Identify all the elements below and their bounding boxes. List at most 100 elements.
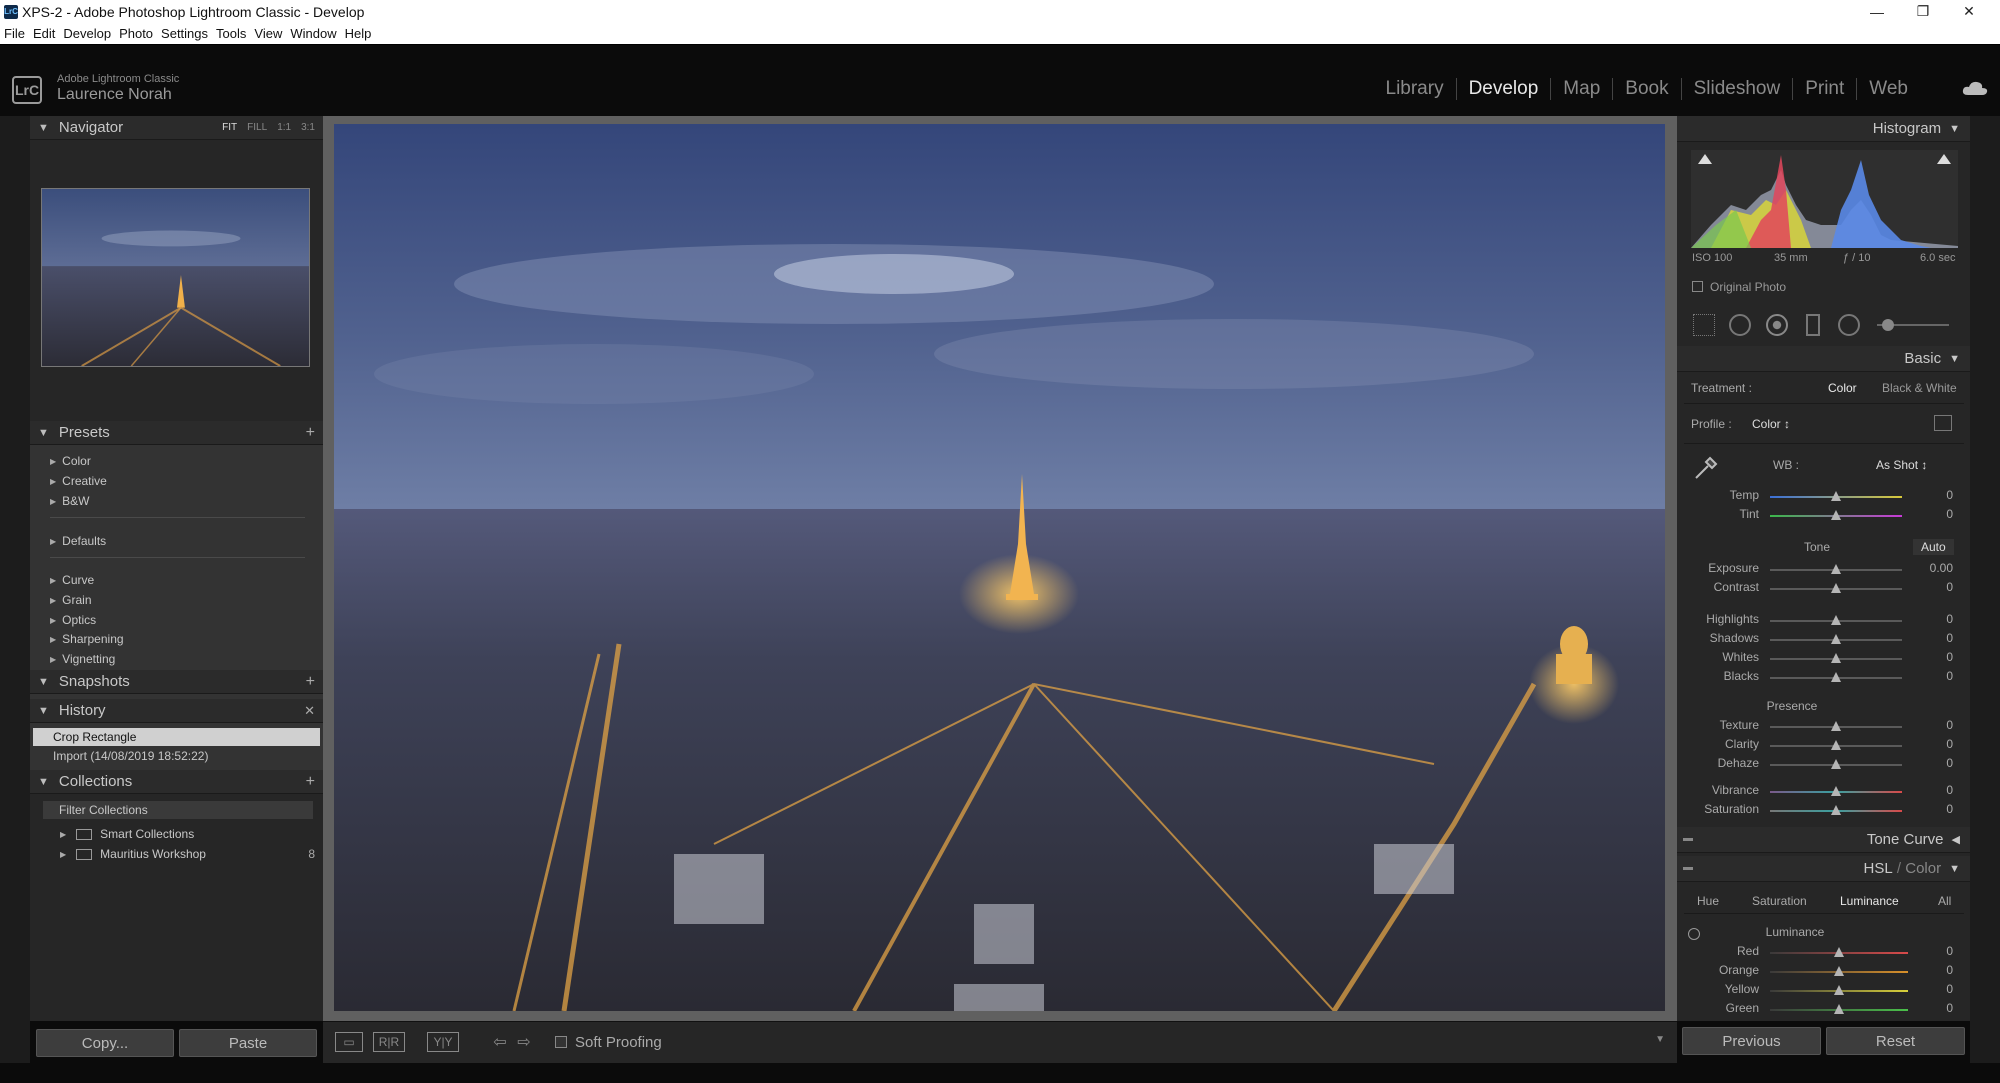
menu-view[interactable]: View <box>254 26 282 41</box>
reset-button[interactable]: Reset <box>1826 1027 1965 1055</box>
panel-switch-icon[interactable]: ▬ <box>1683 833 1693 844</box>
main-photo[interactable] <box>334 124 1665 1011</box>
before-after-icon[interactable]: R|R <box>373 1032 405 1052</box>
profile-dropdown[interactable]: Color ↕ <box>1752 417 1790 431</box>
slider-thumb[interactable] <box>1831 564 1841 574</box>
panel-switch-icon[interactable]: ▬ <box>1683 862 1693 873</box>
tab-hue[interactable]: Hue <box>1697 894 1719 908</box>
preset-group[interactable]: ▶ Defaults <box>50 534 106 548</box>
history-item-selected[interactable]: Crop Rectangle <box>33 728 320 746</box>
loupe-view-icon[interactable]: ▭ <box>335 1032 363 1052</box>
module-slideshow[interactable]: Slideshow <box>1682 78 1794 100</box>
white-balance-eyedropper-icon[interactable] <box>1692 452 1722 482</box>
slider-value[interactable]: 0 <box>1923 783 1953 797</box>
original-photo-checkbox[interactable] <box>1692 281 1703 292</box>
preset-group[interactable]: ▶ Vignetting <box>50 652 115 666</box>
presets-header[interactable]: ▼ Presets + <box>30 421 323 445</box>
preset-group[interactable]: ▶ B&W <box>50 494 90 508</box>
module-develop[interactable]: Develop <box>1457 78 1552 100</box>
history-item[interactable]: Import (14/08/2019 18:52:22) <box>53 749 208 763</box>
filter-collections[interactable]: Filter Collections <box>43 801 313 819</box>
menu-help[interactable]: Help <box>345 26 372 41</box>
auto-tone-button[interactable]: Auto <box>1913 539 1954 555</box>
slider-value[interactable]: 0 <box>1923 802 1953 816</box>
radial-filter-icon[interactable] <box>1838 314 1860 336</box>
toolbar-menu-icon[interactable]: ▼ <box>1655 1034 1665 1045</box>
module-book[interactable]: Book <box>1613 78 1682 100</box>
menu-file[interactable]: File <box>4 26 25 41</box>
slider-thumb[interactable] <box>1831 672 1841 682</box>
hsl-header[interactable]: ▬ HSL / Color ▼ <box>1677 856 1970 882</box>
color-title[interactable]: Color <box>1905 860 1941 877</box>
close-icon[interactable]: ✕ <box>1946 0 1992 23</box>
slider-thumb[interactable] <box>1834 1004 1844 1014</box>
clear-history-icon[interactable]: ✕ <box>304 703 315 719</box>
target-adjustment-icon[interactable] <box>1688 928 1700 940</box>
slider-thumb[interactable] <box>1831 786 1841 796</box>
hsl-title[interactable]: HSL <box>1864 860 1893 877</box>
module-map[interactable]: Map <box>1551 78 1614 100</box>
slider-value[interactable]: 0 <box>1923 650 1953 664</box>
nav-fit[interactable]: FIT <box>222 122 237 133</box>
module-library[interactable]: Library <box>1374 78 1457 100</box>
slider-thumb[interactable] <box>1831 740 1841 750</box>
slider-thumb[interactable] <box>1831 510 1841 520</box>
red-eye-icon[interactable] <box>1766 314 1788 336</box>
arrow-right-icon[interactable]: ⇨ <box>515 1032 533 1052</box>
slider-value[interactable]: 0 <box>1923 612 1953 626</box>
crop-overlay-icon[interactable] <box>1693 314 1715 336</box>
preset-group[interactable]: ▶ Creative <box>50 474 107 488</box>
collapse-triangle-icon[interactable]: ▼ <box>1949 123 1960 135</box>
previous-button[interactable]: Previous <box>1682 1027 1821 1055</box>
collapse-triangle-icon[interactable]: ▼ <box>1949 353 1960 365</box>
copy-button[interactable]: Copy... <box>36 1029 174 1057</box>
slider-thumb[interactable] <box>1831 759 1841 769</box>
tab-luminance[interactable]: Luminance <box>1840 894 1899 908</box>
right-panel-edge[interactable] <box>1970 116 2000 1063</box>
arrow-left-icon[interactable]: ⇦ <box>491 1032 509 1052</box>
spot-removal-icon[interactable] <box>1729 314 1751 336</box>
menu-settings[interactable]: Settings <box>161 26 208 41</box>
slider-thumb[interactable] <box>1834 947 1844 957</box>
slider-value[interactable]: 0 <box>1923 756 1953 770</box>
cloud-icon[interactable] <box>1962 80 1988 96</box>
slider-thumb[interactable] <box>1831 653 1841 663</box>
slider-value[interactable]: 0 <box>1923 669 1953 683</box>
snapshots-header[interactable]: ▼ Snapshots + <box>30 670 323 694</box>
history-header[interactable]: ▼ History ✕ <box>30 699 323 723</box>
paste-button[interactable]: Paste <box>179 1029 317 1057</box>
preset-group[interactable]: ▶ Grain <box>50 593 92 607</box>
minimize-icon[interactable]: — <box>1854 0 1900 23</box>
before-after-split-icon[interactable]: Y|Y <box>427 1032 459 1052</box>
menu-edit[interactable]: Edit <box>33 26 55 41</box>
slider-value[interactable]: 0 <box>1923 718 1953 732</box>
preset-group[interactable]: ▶ Sharpening <box>50 632 124 646</box>
graduated-filter-icon[interactable] <box>1806 314 1820 336</box>
tab-all[interactable]: All <box>1938 894 1951 908</box>
soft-proofing-checkbox[interactable] <box>555 1036 567 1048</box>
slider-value[interactable]: 0 <box>1923 507 1953 521</box>
slider-thumb[interactable] <box>1834 966 1844 976</box>
slider-thumb[interactable] <box>1831 634 1841 644</box>
slider-value[interactable]: 0 <box>1923 963 1953 977</box>
module-web[interactable]: Web <box>1857 78 1920 100</box>
collapse-triangle-icon[interactable]: ▼ <box>38 705 49 717</box>
profile-browser-icon[interactable] <box>1934 415 1952 431</box>
slider-thumb[interactable] <box>1831 491 1841 501</box>
tab-saturation[interactable]: Saturation <box>1752 894 1807 908</box>
restore-icon[interactable]: ❐ <box>1900 0 1946 23</box>
collection-item[interactable]: ▶ Smart Collections <box>60 827 315 841</box>
slider-value[interactable]: 0 <box>1923 982 1953 996</box>
module-print[interactable]: Print <box>1793 78 1858 100</box>
slider-value[interactable]: 0 <box>1923 488 1953 502</box>
menu-develop[interactable]: Develop <box>63 26 111 41</box>
histogram-chart[interactable] <box>1691 150 1958 248</box>
menu-tools[interactable]: Tools <box>216 26 246 41</box>
navigator-thumbnail[interactable] <box>41 188 310 367</box>
menu-window[interactable]: Window <box>290 26 336 41</box>
slider-thumb[interactable] <box>1834 985 1844 995</box>
histogram-header[interactable]: Histogram ▼ <box>1677 116 1970 142</box>
collapse-triangle-icon[interactable]: ▼ <box>38 122 49 134</box>
nav-fill[interactable]: FILL <box>247 122 267 133</box>
collapse-triangle-icon[interactable]: ▼ <box>1949 863 1960 875</box>
